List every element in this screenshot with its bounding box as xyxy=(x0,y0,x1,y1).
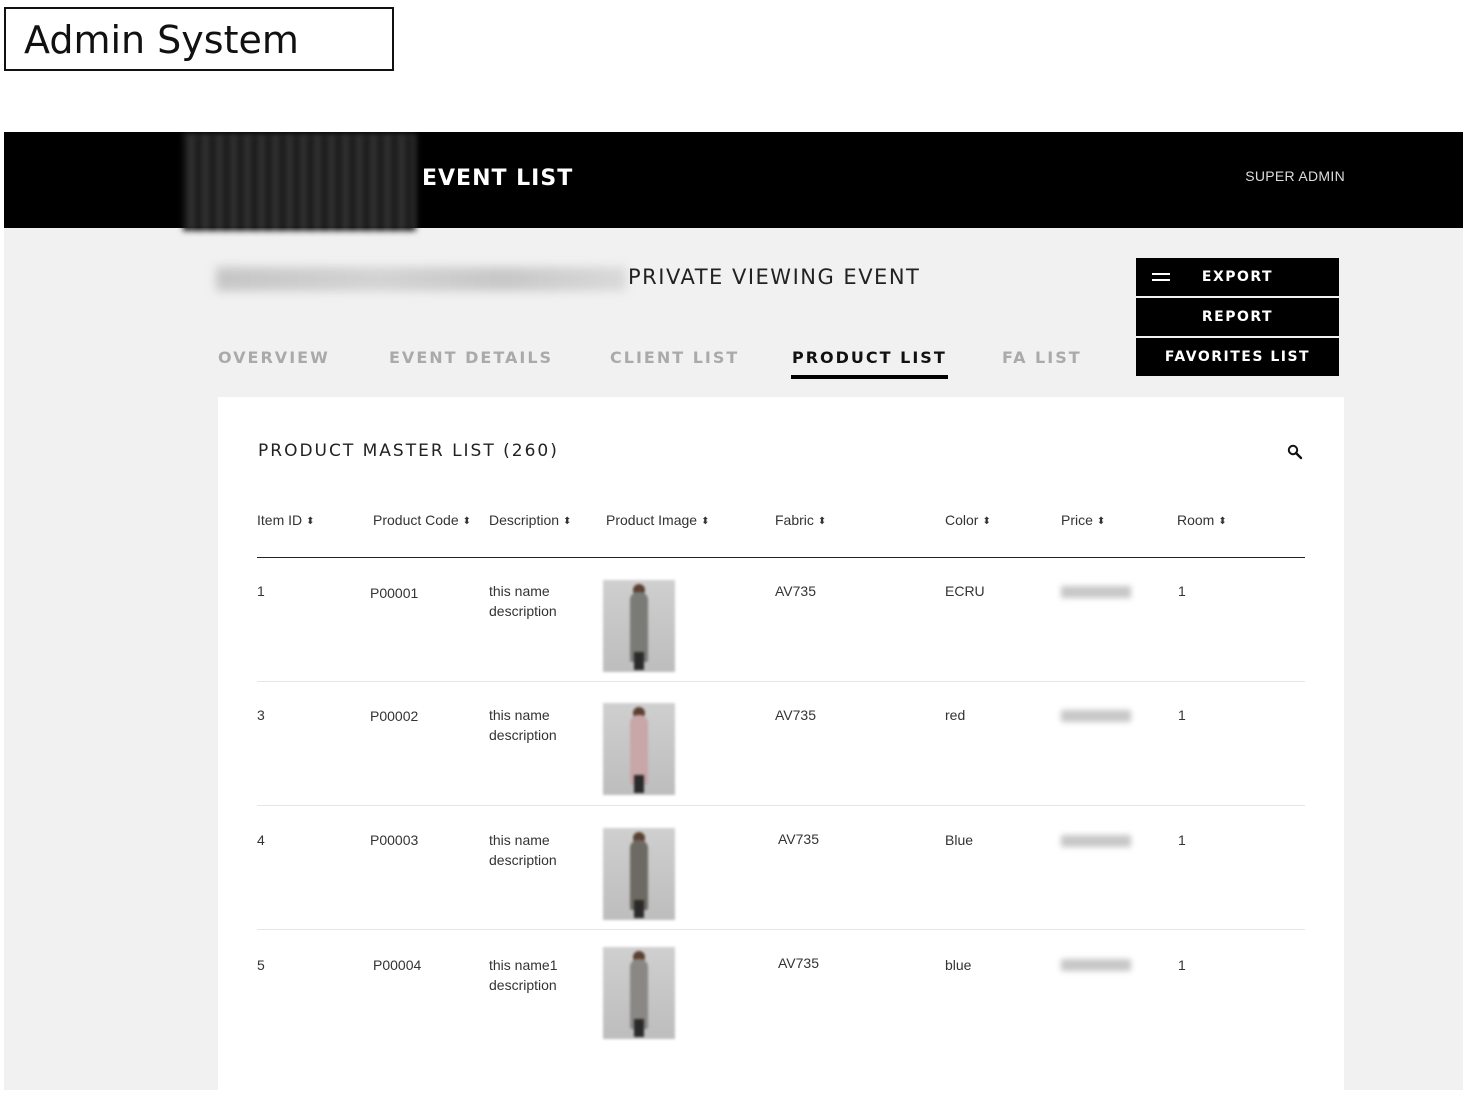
description-cell: this name1 description xyxy=(489,955,589,995)
description-cell: this name description xyxy=(489,581,589,621)
room-cell: 1 xyxy=(1178,957,1186,973)
fabric-cell: AV735 xyxy=(778,831,819,847)
tab-client-list[interactable]: CLIENT LIST xyxy=(610,348,739,367)
event-name-redacted xyxy=(216,267,626,291)
sort-icon: ⬍ xyxy=(1096,516,1106,527)
user-role-menu[interactable]: SUPER ADMIN xyxy=(1245,168,1345,184)
room-cell: 1 xyxy=(1178,832,1186,848)
search-icon[interactable] xyxy=(1287,444,1303,460)
column-header-product-code[interactable]: Product Code ⬍ xyxy=(373,512,471,528)
table-row[interactable]: 4 P00003 this name description AV735 Blu… xyxy=(257,805,1305,930)
fabric-cell: AV735 xyxy=(775,707,816,723)
sort-icon: ⬍ xyxy=(563,516,572,527)
column-header-description[interactable]: Description ⬍ xyxy=(489,512,571,528)
tab-overview[interactable]: OVERVIEW xyxy=(218,348,330,367)
description-line: this name xyxy=(489,583,550,599)
product-code-cell: P00001 xyxy=(370,585,419,601)
description-line: this name1 xyxy=(489,957,558,973)
export-label: EXPORT xyxy=(1201,269,1274,285)
column-header-product-image[interactable]: Product Image ⬍ xyxy=(606,512,709,528)
column-header-color[interactable]: Color ⬍ xyxy=(945,512,991,528)
product-image[interactable] xyxy=(603,580,675,672)
table-row[interactable]: 3 P00002 this name description AV735 red… xyxy=(257,681,1305,806)
tab-fa-list[interactable]: FA LIST xyxy=(1002,348,1082,367)
tab-product-list[interactable]: PRODUCT LIST xyxy=(791,348,948,379)
product-image[interactable] xyxy=(603,947,675,1039)
price-redacted xyxy=(1061,710,1131,722)
column-header-item-id[interactable]: Item ID ⬍ xyxy=(257,512,315,528)
description-line: description xyxy=(489,727,557,743)
table-row[interactable]: 1 P00001 this name description AV735 ECR… xyxy=(257,557,1305,682)
item-id-cell: 4 xyxy=(257,832,265,848)
column-header-price[interactable]: Price ⬍ xyxy=(1061,512,1105,528)
report-button[interactable]: REPORT xyxy=(1136,298,1339,336)
table-row[interactable]: 5 P00004 this name1 description AV735 bl… xyxy=(257,929,1305,1053)
tab-event-details[interactable]: EVENT DETAILS xyxy=(389,348,553,367)
admin-system-caption: Admin System xyxy=(4,7,394,71)
color-cell: blue xyxy=(945,957,972,973)
menu-icon xyxy=(1152,273,1170,282)
sort-icon: ⬍ xyxy=(306,516,315,527)
description-line: this name xyxy=(489,832,550,848)
product-image[interactable] xyxy=(603,703,675,795)
product-code-cell: P00003 xyxy=(370,832,419,848)
item-id-cell: 3 xyxy=(257,707,265,723)
sort-icon: ⬍ xyxy=(982,516,991,527)
sort-icon: ⬍ xyxy=(701,516,710,527)
product-code-cell: P00002 xyxy=(370,708,419,724)
favorites-list-button[interactable]: FAVORITES LIST xyxy=(1136,338,1339,376)
product-code-cell: P00004 xyxy=(373,957,422,973)
sort-icon: ⬍ xyxy=(1218,516,1227,527)
room-cell: 1 xyxy=(1178,583,1186,599)
item-id-cell: 5 xyxy=(257,957,265,973)
panel-title: PRODUCT MASTER LIST (260) xyxy=(258,441,559,461)
item-id-cell: 1 xyxy=(257,583,265,599)
fabric-cell: AV735 xyxy=(775,583,816,599)
product-image[interactable] xyxy=(603,828,675,920)
color-cell: ECRU xyxy=(945,583,985,599)
room-cell: 1 xyxy=(1178,707,1186,723)
price-redacted xyxy=(1061,586,1131,598)
action-menu: EXPORT REPORT FAVORITES LIST xyxy=(1136,258,1339,378)
export-button[interactable]: EXPORT xyxy=(1136,258,1339,296)
fabric-cell: AV735 xyxy=(778,955,819,971)
sort-icon: ⬍ xyxy=(462,516,471,527)
table-header: Item ID ⬍ Product Code ⬍ Description ⬍ Prod… xyxy=(257,501,1305,558)
price-redacted xyxy=(1061,959,1131,971)
description-line: this name xyxy=(489,707,550,723)
color-cell: red xyxy=(945,707,966,723)
column-header-room[interactable]: Room ⬍ xyxy=(1177,512,1227,528)
description-cell: this name description xyxy=(489,705,589,745)
price-redacted xyxy=(1061,835,1131,847)
product-list-panel: PRODUCT MASTER LIST (260) Item ID ⬍ Produ… xyxy=(218,397,1344,1090)
event-title: PRIVATE VIEWING EVENT xyxy=(628,265,921,289)
description-line: description xyxy=(489,852,557,868)
column-header-fabric[interactable]: Fabric ⬍ xyxy=(775,512,826,528)
description-line: description xyxy=(489,977,557,993)
description-cell: this name description xyxy=(489,830,589,870)
app-window: EVENT LIST SUPER ADMIN PRIVATE VIEWING E… xyxy=(4,132,1463,1090)
event-list-title[interactable]: EVENT LIST xyxy=(422,166,573,191)
sort-icon: ⬍ xyxy=(817,516,827,527)
description-line: description xyxy=(489,603,557,619)
color-cell: Blue xyxy=(945,832,974,848)
top-bar: EVENT LIST SUPER ADMIN xyxy=(4,132,1463,231)
brand-logo[interactable] xyxy=(183,134,416,231)
